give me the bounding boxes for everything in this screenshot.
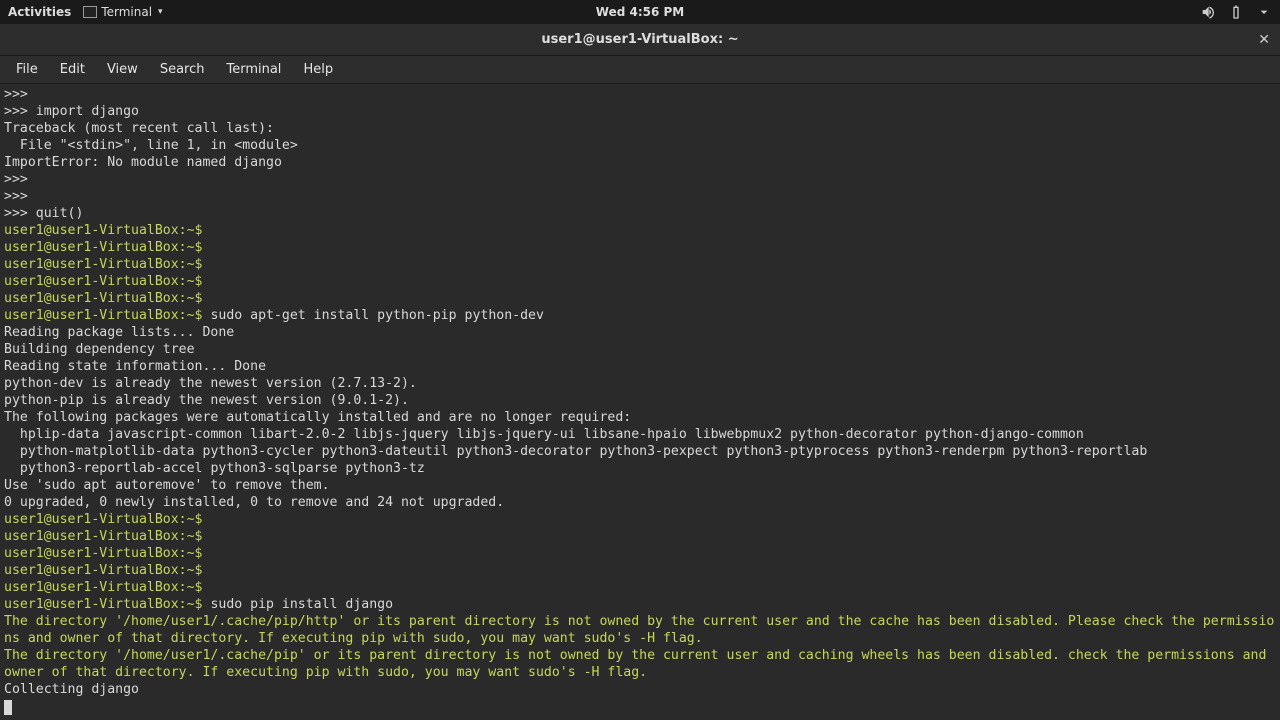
cmd — [203, 240, 211, 255]
terminal-line: >>> — [4, 188, 1276, 205]
cmd — [203, 257, 211, 272]
prompt: user1@user1-VirtualBox:~$ — [4, 291, 203, 306]
prompt: user1@user1-VirtualBox:~$ — [4, 257, 203, 272]
cmd: sudo pip install django — [203, 597, 394, 612]
prompt: user1@user1-VirtualBox:~$ — [4, 597, 203, 612]
terminal-line: Building dependency tree — [4, 341, 1276, 358]
terminal-line: user1@user1-VirtualBox:~$ sudo pip insta… — [4, 596, 1276, 613]
cursor — [4, 700, 12, 715]
terminal-line: 0 upgraded, 0 newly installed, 0 to remo… — [4, 494, 1276, 511]
terminal-app-menu[interactable]: Terminal ▾ — [83, 5, 162, 19]
menu-bar: File Edit View Search Terminal Help — [0, 56, 1280, 84]
terminal-line: >>> — [4, 171, 1276, 188]
system-menu-chevron-icon[interactable] — [1256, 4, 1272, 20]
terminal-line: >>> — [4, 86, 1276, 103]
cmd: sudo apt-get install python-pip python-d… — [203, 308, 544, 323]
terminal-line: user1@user1-VirtualBox:~$ — [4, 273, 1276, 290]
terminal-line: hplip-data javascript-common libart-2.0-… — [4, 426, 1276, 443]
terminal-line: python-matplotlib-data python3-cycler py… — [4, 443, 1276, 460]
terminal-line: user1@user1-VirtualBox:~$ — [4, 511, 1276, 528]
menu-terminal[interactable]: Terminal — [216, 59, 291, 80]
clock[interactable]: Wed 4:56 PM — [596, 5, 684, 19]
terminal-app-label: Terminal — [101, 5, 152, 19]
terminal-line: >>> quit() — [4, 205, 1276, 222]
terminal-line: >>> import django — [4, 103, 1276, 120]
prompt: user1@user1-VirtualBox:~$ — [4, 580, 203, 595]
terminal-line: user1@user1-VirtualBox:~$ — [4, 579, 1276, 596]
terminal-line: python3-reportlab-accel python3-sqlparse… — [4, 460, 1276, 477]
cmd — [203, 580, 211, 595]
activities-button[interactable]: Activities — [8, 5, 71, 19]
cmd — [203, 563, 211, 578]
terminal-warning: The directory '/home/user1/.cache/pip' o… — [4, 647, 1276, 681]
terminal-line: user1@user1-VirtualBox:~$ — [4, 562, 1276, 579]
battery-icon[interactable] — [1228, 4, 1244, 20]
chevron-down-icon: ▾ — [158, 7, 163, 17]
cmd — [203, 512, 211, 527]
prompt: user1@user1-VirtualBox:~$ — [4, 512, 203, 527]
terminal-line: python-dev is already the newest version… — [4, 375, 1276, 392]
terminal-viewport[interactable]: >>> >>> import djangoTraceback (most rec… — [0, 84, 1280, 720]
cmd — [203, 291, 211, 306]
menu-edit[interactable]: Edit — [50, 59, 95, 80]
terminal-line: ImportError: No module named django — [4, 154, 1276, 171]
terminal-line: user1@user1-VirtualBox:~$ — [4, 222, 1276, 239]
terminal-line: The following packages were automaticall… — [4, 409, 1276, 426]
prompt: user1@user1-VirtualBox:~$ — [4, 546, 203, 561]
terminal-line: user1@user1-VirtualBox:~$ — [4, 239, 1276, 256]
terminal-line: Reading package lists... Done — [4, 324, 1276, 341]
terminal-line: Reading state information... Done — [4, 358, 1276, 375]
prompt: user1@user1-VirtualBox:~$ — [4, 274, 203, 289]
terminal-line: user1@user1-VirtualBox:~$ sudo apt-get i… — [4, 307, 1276, 324]
cmd — [203, 223, 211, 238]
terminal-line: python-pip is already the newest version… — [4, 392, 1276, 409]
terminal-line: user1@user1-VirtualBox:~$ — [4, 545, 1276, 562]
terminal-icon — [83, 6, 97, 18]
terminal-line: Use 'sudo apt autoremove' to remove them… — [4, 477, 1276, 494]
terminal-warning: The directory '/home/user1/.cache/pip/ht… — [4, 613, 1276, 647]
menu-help[interactable]: Help — [293, 59, 343, 80]
cmd — [203, 546, 211, 561]
menu-file[interactable]: File — [6, 59, 48, 80]
menu-view[interactable]: View — [97, 59, 148, 80]
menu-search[interactable]: Search — [150, 59, 215, 80]
prompt: user1@user1-VirtualBox:~$ — [4, 240, 203, 255]
prompt: user1@user1-VirtualBox:~$ — [4, 563, 203, 578]
window-title: user1@user1-VirtualBox: ~ — [541, 32, 738, 47]
prompt: user1@user1-VirtualBox:~$ — [4, 529, 203, 544]
terminal-line: Traceback (most recent call last): — [4, 120, 1276, 137]
terminal-line: user1@user1-VirtualBox:~$ — [4, 290, 1276, 307]
terminal-line: user1@user1-VirtualBox:~$ — [4, 256, 1276, 273]
terminal-line: File "<stdin>", line 1, in <module> — [4, 137, 1276, 154]
gnome-top-bar: Activities Terminal ▾ Wed 4:56 PM — [0, 0, 1280, 24]
volume-icon[interactable] — [1200, 4, 1216, 20]
prompt: user1@user1-VirtualBox:~$ — [4, 223, 203, 238]
cmd — [203, 529, 211, 544]
terminal-line: user1@user1-VirtualBox:~$ — [4, 528, 1276, 545]
window-title-bar: user1@user1-VirtualBox: ~ ✕ — [0, 24, 1280, 56]
prompt: user1@user1-VirtualBox:~$ — [4, 308, 203, 323]
cmd — [203, 274, 211, 289]
terminal-line: Collecting django — [4, 681, 1276, 698]
close-icon[interactable]: ✕ — [1258, 32, 1270, 48]
